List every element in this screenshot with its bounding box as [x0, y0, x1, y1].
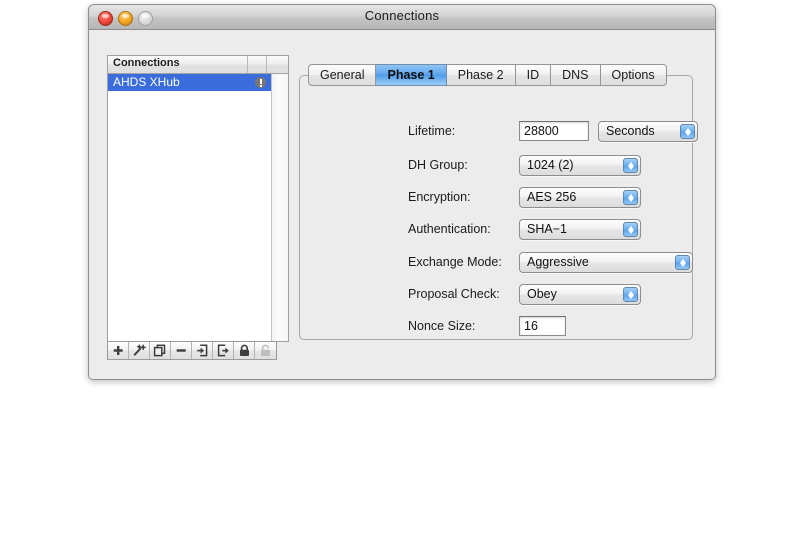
window-title: Connections [364, 8, 440, 23]
column-header-connections: Connections [113, 57, 180, 69]
encryption-popup[interactable]: AES 256 [519, 187, 641, 208]
exchange-mode-popup[interactable]: Aggressive [519, 252, 693, 273]
exchange-mode-label: Exchange Mode: [408, 255, 502, 269]
tab-id[interactable]: ID [515, 64, 552, 86]
connections-list-header: Connections [108, 56, 288, 74]
arrow-into-box-icon [197, 344, 208, 357]
exchange-mode-value: Aggressive [527, 255, 589, 269]
arrow-out-of-box-icon [217, 344, 229, 357]
alert-exclamation-icon [255, 77, 266, 88]
tab-phase-1[interactable]: Phase 1 [376, 64, 447, 86]
popup-arrows-icon [623, 287, 638, 302]
encryption-value: AES 256 [527, 190, 577, 204]
dh-group-value: 1024 (2) [527, 158, 574, 172]
export-button[interactable] [213, 342, 234, 359]
connections-list-rows: AHDS XHub [108, 74, 271, 341]
lifetime-label: Lifetime: [408, 124, 456, 138]
popup-arrows-icon [680, 124, 695, 139]
popup-arrows-icon [623, 222, 638, 237]
import-button[interactable] [192, 342, 213, 359]
popup-arrows-icon [623, 158, 638, 173]
popup-arrows-icon [623, 190, 638, 205]
nonce-size-input[interactable]: 16 [519, 316, 566, 336]
authentication-value: SHA−1 [527, 222, 567, 236]
dh-group-label: DH Group: [408, 158, 468, 172]
list-item-label: AHDS XHub [113, 75, 180, 89]
remove-button[interactable] [171, 342, 192, 359]
tab-general[interactable]: General [308, 64, 377, 86]
encryption-label: Encryption: [408, 190, 471, 204]
lock-button[interactable] [234, 342, 255, 359]
add-from-template-button[interactable] [129, 342, 150, 359]
proposal-check-popup[interactable]: Obey [519, 284, 641, 305]
dh-group-popup[interactable]: 1024 (2) [519, 155, 641, 176]
list-item[interactable]: AHDS XHub [108, 74, 271, 91]
tab-bar: General Phase 1 Phase 2 ID DNS Options [308, 64, 667, 86]
proposal-check-value: Obey [527, 287, 557, 301]
tab-options[interactable]: Options [600, 64, 667, 86]
magic-wand-plus-icon [133, 344, 146, 356]
lock-open-icon [261, 344, 270, 356]
window-content: Connections AHDS XHub Lifetime: 28800 Se… [89, 30, 715, 379]
list-scrollbar[interactable] [271, 74, 288, 341]
add-button[interactable] [108, 342, 129, 359]
tab-phase-2[interactable]: Phase 2 [446, 64, 516, 86]
duplicate-icon [153, 344, 166, 357]
tab-dns[interactable]: DNS [551, 64, 601, 86]
lock-closed-icon [240, 344, 249, 356]
lifetime-unit-popup[interactable]: Seconds [598, 121, 698, 142]
connections-window: Connections Connections AHDS XHub Lifeti… [88, 4, 716, 380]
duplicate-button[interactable] [150, 342, 171, 359]
nonce-size-label: Nonce Size: [408, 319, 476, 333]
authentication-popup[interactable]: SHA−1 [519, 219, 641, 240]
unlock-button [255, 342, 276, 359]
lifetime-input[interactable]: 28800 [519, 121, 589, 141]
connections-list[interactable]: Connections AHDS XHub [107, 55, 289, 342]
lifetime-unit-value: Seconds [606, 124, 655, 138]
tab-panel: Lifetime: 28800 Seconds DH Group: 1024 (… [299, 75, 698, 340]
popup-arrows-icon [675, 255, 690, 270]
column-divider [247, 56, 248, 73]
column-divider [266, 56, 267, 73]
proposal-check-label: Proposal Check: [408, 287, 500, 301]
plus-icon [113, 346, 123, 355]
minus-icon [176, 349, 186, 352]
window-titlebar: Connections [89, 5, 715, 30]
connections-list-toolbar [107, 341, 277, 360]
authentication-label: Authentication: [408, 222, 491, 236]
